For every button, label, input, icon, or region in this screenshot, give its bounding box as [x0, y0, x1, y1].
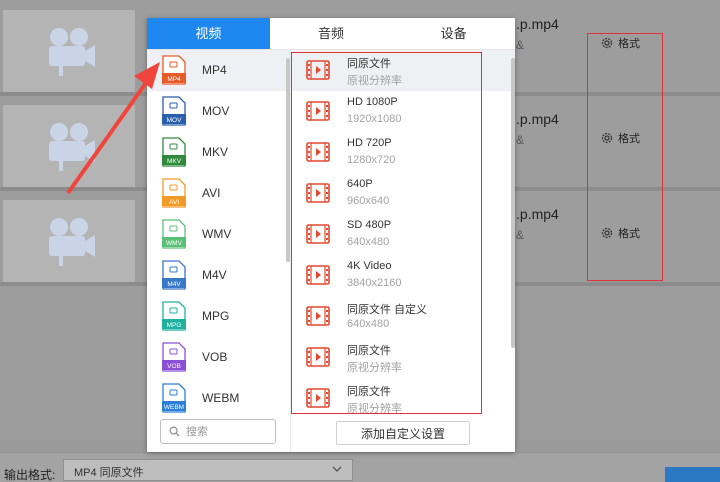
file-format-badge: MPG [167, 322, 182, 329]
annotation-box-presets [291, 52, 482, 414]
file-format-badge: VOB [167, 363, 181, 370]
file-format-icon: M4V [162, 260, 186, 290]
format-popup: 视频 音频 设备 MP4 MP4 MOV MOV MKV MKV AVI AVI WMV WMV M… [147, 18, 515, 452]
file-format-badge: AVI [169, 199, 179, 206]
search-input[interactable] [186, 425, 266, 438]
file-format-badge: M4V [167, 281, 181, 288]
chevron-down-icon [332, 466, 342, 472]
file-format-badge: MP4 [167, 76, 181, 83]
format-item-webm[interactable]: WEBM WEBM [147, 378, 290, 418]
file-format-badge: WEBM [164, 404, 184, 411]
format-item-mpg[interactable]: MPG MPG [147, 296, 290, 337]
video-camera-icon [49, 218, 95, 266]
file-name: .p.mp4 [516, 111, 559, 127]
format-item-vob[interactable]: VOB VOB [147, 337, 290, 378]
search-icon [169, 426, 180, 437]
format-item-avi[interactable]: AVI AVI [147, 173, 290, 214]
format-label: MOV [202, 104, 230, 118]
tab-audio[interactable]: 音频 [270, 18, 393, 49]
file-format-badge: MOV [167, 117, 182, 124]
video-camera-icon [49, 123, 95, 171]
format-label: AVI [202, 186, 221, 200]
format-item-mov[interactable]: MOV MOV [147, 91, 290, 132]
annotation-box-format-buttons [587, 33, 663, 281]
format-label: MPG [202, 309, 230, 323]
file-format-icon: WMV [162, 219, 186, 249]
file-format-icon: AVI [162, 178, 186, 208]
format-label: M4V [202, 268, 227, 282]
tab-device[interactable]: 设备 [392, 18, 515, 49]
file-format-icon: MP4 [162, 55, 186, 85]
format-label: VOB [202, 350, 228, 364]
file-format-badge: WMV [166, 240, 183, 247]
file-format-icon: MOV [162, 96, 186, 126]
video-camera-icon [49, 28, 95, 76]
file-format-icon: MKV [162, 137, 186, 167]
file-info: & [516, 228, 525, 242]
format-label: MP4 [202, 63, 227, 77]
file-format-icon: WEBM [162, 383, 186, 413]
format-label: WMV [202, 227, 232, 241]
file-name: .p.mp4 [516, 206, 559, 222]
output-format-select[interactable]: MP4 同原文件 [63, 459, 353, 481]
tab-video[interactable]: 视频 [147, 18, 270, 49]
format-item-mp4[interactable]: MP4 MP4 [147, 50, 290, 91]
format-item-mkv[interactable]: MKV MKV [147, 132, 290, 173]
file-format-badge: MKV [167, 158, 182, 165]
format-tabs: 视频 音频 设备 [147, 18, 515, 50]
output-format-label: 输出格式: [4, 468, 56, 482]
video-thumbnail [3, 10, 135, 92]
file-format-icon: VOB [162, 342, 186, 372]
format-label: WEBM [202, 391, 240, 405]
output-format-value: MP4 同原文件 [74, 467, 144, 479]
add-custom-setting-button[interactable]: 添加自定义设置 [336, 421, 470, 445]
file-info: & [516, 133, 525, 147]
format-label: MKV [202, 145, 229, 159]
file-format-icon: MPG [162, 301, 186, 331]
output-bar: 输出格式: MP4 同原文件 [0, 452, 720, 482]
format-list: MP4 MP4 MOV MOV MKV MKV AVI AVI WMV WMV M4V M4V MPG M… [147, 50, 290, 418]
format-item-m4v[interactable]: M4V M4V [147, 255, 290, 296]
video-thumbnail [3, 200, 135, 282]
file-name: .p.mp4 [516, 16, 559, 32]
preset-list-scrollbar[interactable] [511, 58, 515, 348]
format-item-wmv[interactable]: WMV WMV [147, 214, 290, 255]
convert-button[interactable] [665, 467, 720, 482]
file-info: & [516, 38, 525, 52]
video-thumbnail [3, 105, 135, 187]
format-search[interactable] [160, 419, 276, 444]
